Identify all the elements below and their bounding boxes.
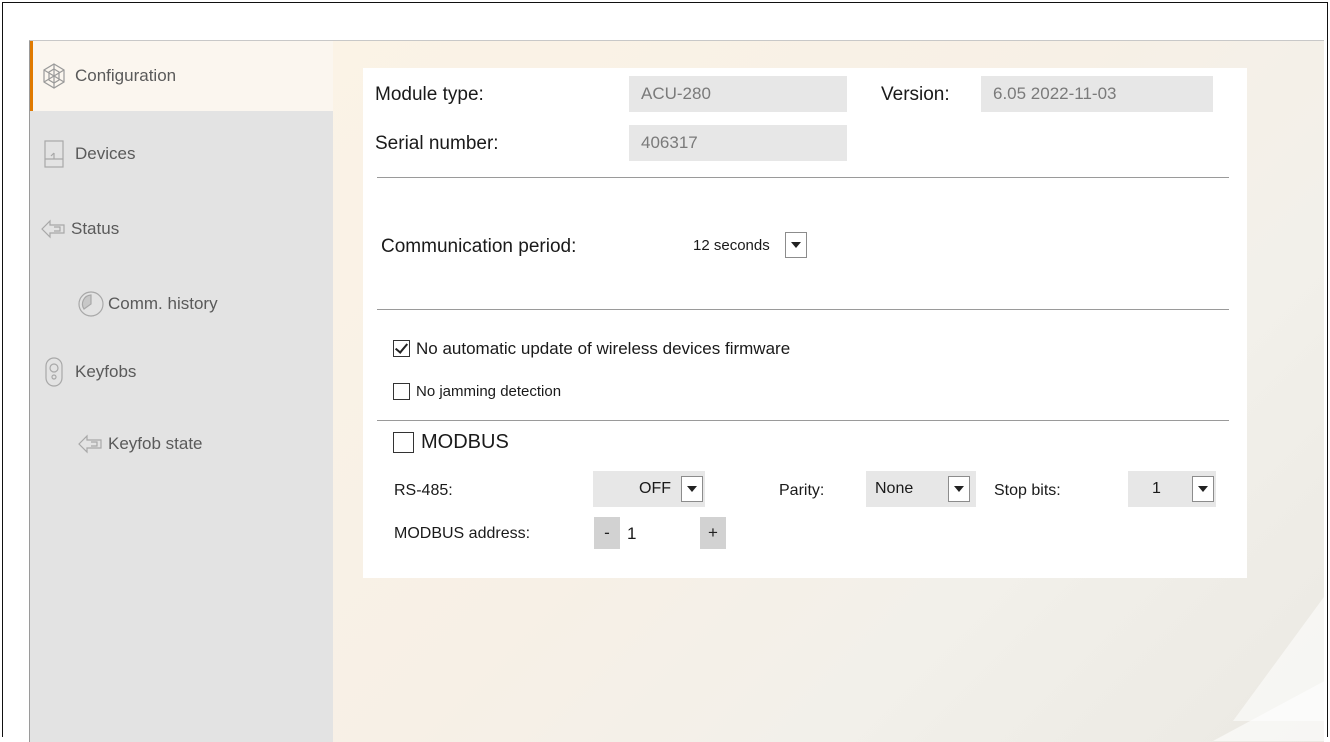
parity-select[interactable]: None: [866, 471, 976, 507]
status-icon: [39, 214, 69, 244]
sidebar-item-label: Configuration: [75, 66, 177, 85]
rs485-select[interactable]: OFF: [593, 471, 705, 507]
dropdown-arrow-icon[interactable]: [785, 232, 807, 258]
dropdown-arrow-icon[interactable]: [948, 476, 970, 502]
comm-history-icon: [76, 289, 106, 319]
stop-bits-select[interactable]: 1: [1128, 471, 1216, 507]
rs485-value: OFF: [639, 480, 671, 497]
sidebar-item-keyfobs[interactable]: Keyfobs: [39, 357, 136, 387]
stop-bits-value: 1: [1152, 480, 1161, 497]
serial-number-label: Serial number:: [375, 133, 499, 154]
version-label: Version:: [881, 84, 950, 105]
sidebar-item-configuration[interactable]: Configuration: [30, 41, 333, 111]
communication-period-label: Communication period:: [381, 236, 577, 257]
module-type-label: Module type:: [375, 84, 484, 105]
configuration-icon: [39, 61, 69, 91]
dropdown-arrow-icon[interactable]: [681, 476, 703, 502]
stop-bits-label: Stop bits:: [994, 482, 1061, 499]
divider: [377, 177, 1229, 178]
sidebar: Configuration Devices Status Comm. histo…: [30, 41, 333, 742]
sidebar-item-keyfob-state[interactable]: Keyfob state: [76, 429, 203, 459]
parity-label: Parity:: [779, 482, 825, 499]
parity-value: None: [875, 480, 914, 497]
communication-period-value: 12 seconds: [693, 236, 770, 254]
decrement-button[interactable]: -: [594, 517, 620, 549]
keyfobs-icon: [39, 357, 69, 387]
sidebar-item-comm-history[interactable]: Comm. history: [76, 289, 218, 319]
background-facet: [1213, 601, 1324, 741]
rs485-label: RS-485:: [394, 482, 453, 499]
dropdown-arrow-icon[interactable]: [1192, 476, 1214, 502]
version-field: 6.05 2022-11-03: [981, 76, 1213, 112]
modbus-address-value[interactable]: 1: [627, 524, 636, 544]
modbus-address-label: MODBUS address:: [394, 525, 531, 542]
increment-button[interactable]: +: [700, 517, 726, 549]
keyfob-state-icon: [76, 429, 106, 459]
sidebar-item-devices[interactable]: Devices: [39, 139, 135, 169]
communication-period-select[interactable]: 12 seconds: [693, 232, 807, 258]
serial-number-field: 406317: [629, 125, 847, 161]
sidebar-item-status[interactable]: Status: [39, 214, 119, 244]
no-auto-update-checkbox[interactable]: [393, 340, 410, 357]
sidebar-item-label: Devices: [75, 144, 136, 163]
app-window: Configuration Devices Status Comm. histo…: [29, 40, 1324, 742]
module-type-field: ACU-280: [629, 76, 847, 112]
window-frame: Configuration Devices Status Comm. histo…: [2, 2, 1328, 742]
sidebar-item-label: Keyfobs: [75, 362, 137, 381]
no-auto-update-label: No automatic update of wireless devices …: [416, 339, 791, 358]
modbus-checkbox[interactable]: [393, 432, 414, 453]
no-jamming-checkbox[interactable]: [393, 383, 410, 400]
divider: [377, 309, 1229, 310]
modbus-label: MODBUS: [421, 431, 509, 453]
sidebar-item-label: Keyfob state: [108, 434, 203, 453]
devices-icon: [39, 139, 69, 169]
sidebar-item-label: Comm. history: [108, 294, 218, 313]
sidebar-item-label: Status: [71, 219, 120, 238]
no-jamming-label: No jamming detection: [416, 383, 562, 400]
configuration-panel: Module type: ACU-280 Version: 6.05 2022-…: [363, 68, 1247, 578]
divider: [377, 420, 1229, 421]
